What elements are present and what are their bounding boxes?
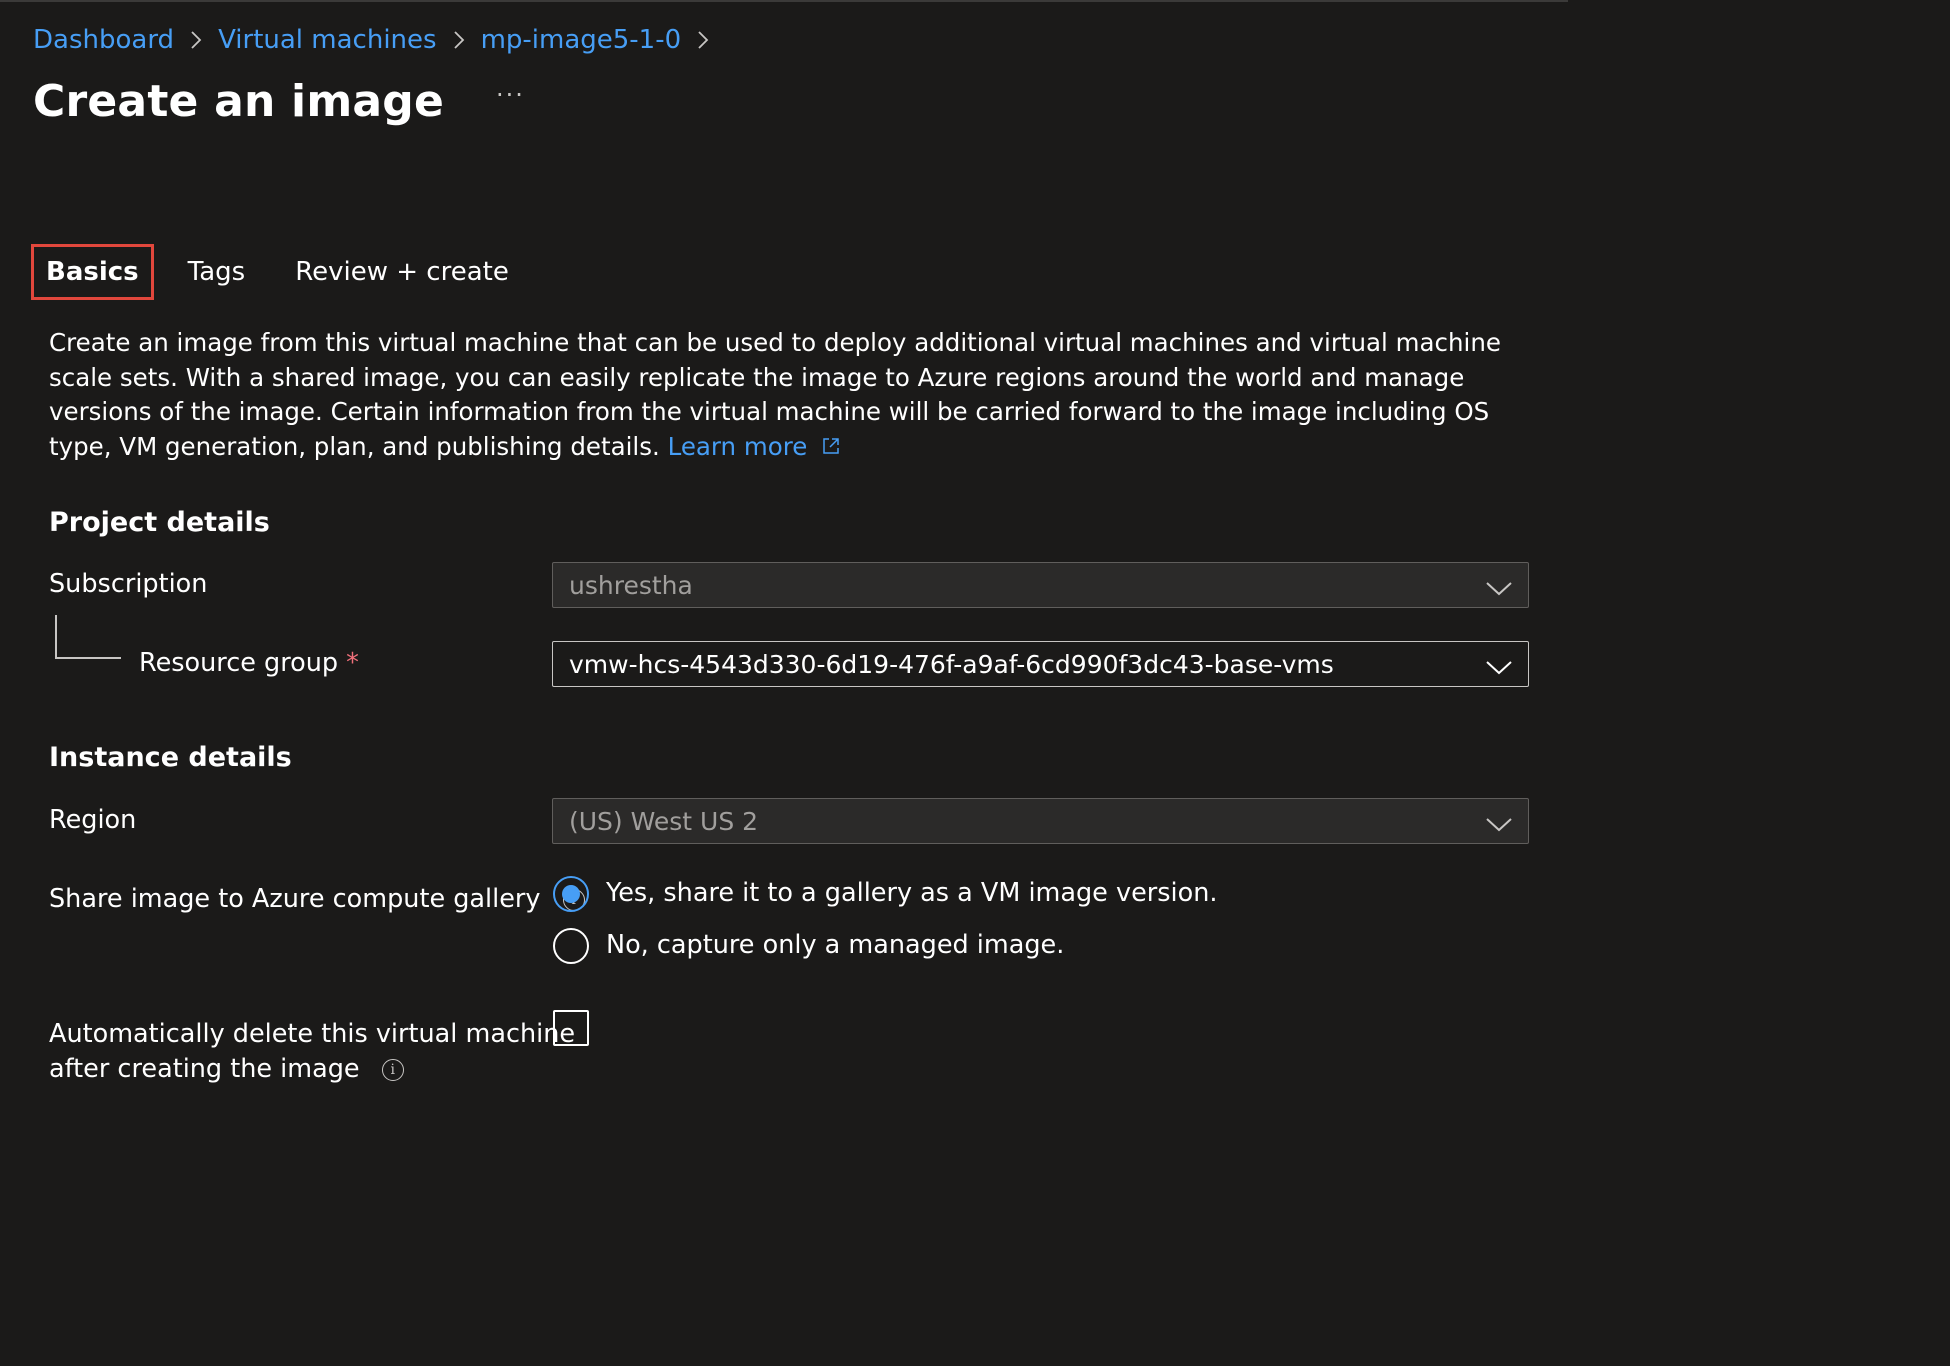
subscription-value: ushrestha: [569, 570, 693, 600]
description: Create an image from this virtual machin…: [49, 326, 1539, 465]
chevron-right-icon: [453, 30, 465, 50]
page-title: Create an image: [33, 76, 445, 127]
chevron-right-icon: [190, 30, 202, 50]
chevron-right-icon: [697, 30, 709, 50]
tab-tags[interactable]: Tags: [188, 251, 246, 293]
required-mark: *: [346, 648, 359, 678]
chevron-down-icon: [1486, 654, 1512, 683]
project-details-heading: Project details: [49, 507, 270, 538]
resource-group-label: Resource group *: [139, 648, 359, 678]
instance-details-heading: Instance details: [49, 742, 292, 773]
tab-review-create[interactable]: Review + create: [295, 251, 509, 293]
external-link-icon: [821, 431, 841, 466]
breadcrumb-vm-name[interactable]: mp-image5-1-0: [481, 25, 682, 55]
share-yes-label[interactable]: Yes, share it to a gallery as a VM image…: [606, 878, 1217, 908]
share-gallery-label: Share image to Azure compute gallery i: [49, 884, 585, 914]
more-options-icon[interactable]: ···: [496, 81, 525, 109]
breadcrumb-virtual-machines[interactable]: Virtual machines: [218, 25, 437, 55]
auto-delete-label: Automatically delete this virtual machin…: [49, 1019, 576, 1084]
chevron-down-icon: [1486, 575, 1512, 604]
share-no-radio[interactable]: [553, 928, 589, 964]
resource-group-dropdown[interactable]: vmw-hcs-4543d330-6d19-476f-a9af-6cd990f3…: [552, 641, 1529, 687]
tab-bar: Basics Tags Review + create: [31, 244, 509, 300]
tab-basics[interactable]: Basics: [31, 244, 154, 300]
info-icon[interactable]: i: [381, 1059, 404, 1081]
share-no-label[interactable]: No, capture only a managed image.: [606, 930, 1064, 960]
top-border: [0, 0, 1568, 2]
breadcrumb: Dashboard Virtual machines mp-image5-1-0: [33, 22, 725, 58]
resource-group-value: vmw-hcs-4543d330-6d19-476f-a9af-6cd990f3…: [569, 649, 1334, 679]
subscription-dropdown[interactable]: ushrestha: [552, 562, 1529, 608]
subscription-label: Subscription: [49, 569, 208, 599]
auto-delete-checkbox[interactable]: [553, 1010, 589, 1046]
title-row: Create an image ···: [33, 76, 525, 127]
region-label: Region: [49, 805, 137, 835]
learn-more-link[interactable]: Learn more: [668, 432, 842, 461]
tree-connector: [55, 657, 121, 659]
chevron-down-icon: [1486, 811, 1512, 840]
breadcrumb-dashboard[interactable]: Dashboard: [33, 25, 174, 55]
tree-connector: [55, 615, 57, 659]
share-yes-radio[interactable]: [553, 876, 589, 912]
region-dropdown[interactable]: (US) West US 2: [552, 798, 1529, 844]
region-value: (US) West US 2: [569, 806, 759, 836]
